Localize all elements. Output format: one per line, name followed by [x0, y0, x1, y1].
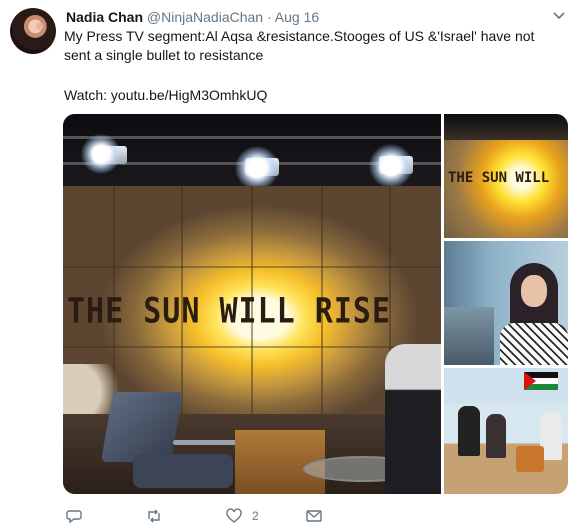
like-count: 2 — [252, 509, 259, 523]
tweet-text-line: My Press TV segment:Al Aqsa &resistance.… — [64, 28, 535, 44]
watch-link-text[interactable]: Watch: youtu.be/HigM3OmhkUQ — [64, 86, 267, 105]
user-handle[interactable]: @NinjaNadiaChan — [147, 9, 263, 25]
tweet-date[interactable]: Aug 16 — [275, 9, 319, 25]
message-button[interactable] — [306, 506, 332, 526]
lamp-glow — [235, 146, 279, 190]
envelope-icon — [306, 510, 322, 522]
lighting-rig — [63, 136, 441, 139]
seated-person — [385, 344, 441, 494]
retweet-button[interactable] — [146, 506, 172, 526]
reply-icon — [66, 510, 82, 524]
studio-ceiling — [444, 114, 568, 140]
media-grid: THE SUN WILL RISE THE SUN WILL — [63, 114, 568, 494]
main-image[interactable]: THE SUN WILL RISE — [63, 114, 441, 494]
lamp-glow — [369, 144, 413, 188]
avatar[interactable] — [10, 8, 56, 54]
flag-triangle — [524, 372, 536, 390]
heart-icon — [226, 508, 242, 523]
thumbnail-guest[interactable] — [444, 241, 568, 365]
tweet-card[interactable]: Nadia Chan @NinjaNadiaChan · Aug 16 My P… — [0, 0, 577, 530]
tweet-text-line: sent a single bullet to resistance — [64, 47, 264, 63]
thumbnail-panel[interactable] — [444, 368, 568, 494]
tweet-text: My Press TV segment:Al Aqsa &resistance.… — [64, 27, 564, 65]
thumbnail-sun[interactable]: THE SUN WILL — [444, 114, 568, 238]
chevron-down-icon[interactable] — [552, 8, 566, 22]
thumbnail-title: THE SUN WILL — [448, 170, 550, 186]
tweet-header: Nadia Chan @NinjaNadiaChan · Aug 16 — [66, 8, 319, 26]
like-button[interactable]: 2 — [226, 506, 259, 526]
wall-seam — [63, 346, 441, 348]
keffiyeh-scarf — [500, 323, 568, 365]
reply-button[interactable] — [66, 506, 92, 526]
chair — [100, 392, 184, 462]
chair-seat — [133, 454, 233, 488]
retweet-icon — [148, 509, 160, 523]
display-name[interactable]: Nadia Chan — [66, 9, 143, 25]
panel-person — [458, 406, 480, 456]
separator-dot: · — [266, 9, 272, 25]
panel-person — [486, 414, 506, 458]
studio-desk — [444, 307, 494, 365]
wall-seam — [63, 266, 441, 268]
avatar-highlight — [36, 22, 44, 30]
tweet-actions: 2 — [66, 506, 366, 526]
backdrop-title: THE SUN WILL RISE — [67, 291, 392, 332]
panel-stand — [516, 446, 544, 472]
chair-arm — [173, 440, 241, 445]
lamp-glow — [81, 134, 121, 174]
guest-face — [521, 275, 547, 307]
